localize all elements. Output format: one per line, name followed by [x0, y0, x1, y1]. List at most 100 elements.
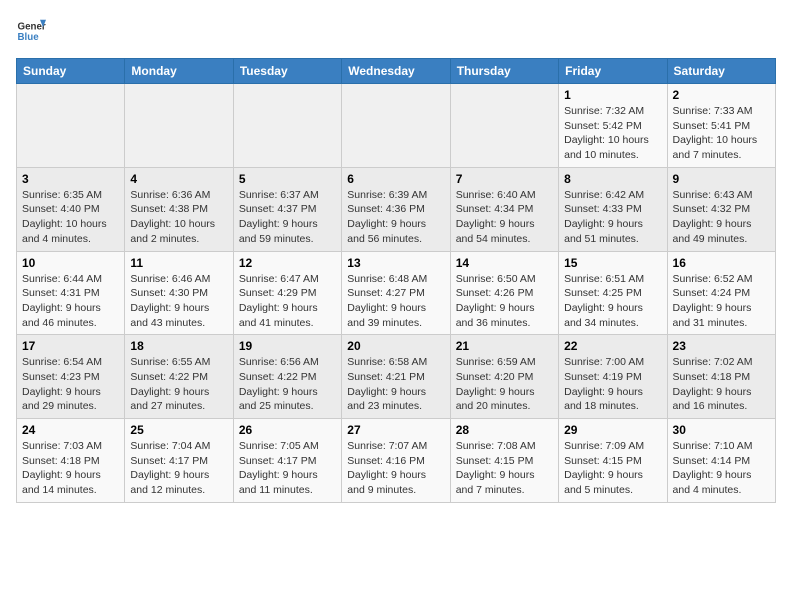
calendar-cell: 8Sunrise: 6:42 AM Sunset: 4:33 PM Daylig…	[559, 167, 667, 251]
day-info: Sunrise: 6:43 AM Sunset: 4:32 PM Dayligh…	[673, 188, 770, 247]
calendar-cell: 23 Sunrise: 7:02 AM Sunset: 4:18 PM Dayli…	[667, 335, 775, 419]
header-day-friday: Friday	[559, 59, 667, 84]
calendar-cell: 19 Sunrise: 6:56 AM Sunset: 4:22 PM Dayli…	[233, 335, 341, 419]
calendar-cell: 24Sunrise: 7:03 AM Sunset: 4:18 PM Dayli…	[17, 419, 125, 503]
calendar-cell: 22 Sunrise: 7:00 AM Sunset: 4:19 PM Dayli…	[559, 335, 667, 419]
calendar-cell: 25 Sunrise: 7:04 AM Sunset: 4:17 PM Dayli…	[125, 419, 233, 503]
day-info: Sunrise: 6:40 AM Sunset: 4:34 PM Dayligh…	[456, 188, 553, 247]
day-number: 9	[673, 172, 770, 186]
day-info: Sunrise: 6:56 AM Sunset: 4:22 PM Dayligh…	[239, 355, 336, 414]
day-number: 21	[456, 339, 553, 353]
calendar-cell	[342, 84, 450, 168]
day-number: 28	[456, 423, 553, 437]
day-number: 2	[673, 88, 770, 102]
calendar-cell: 6 Sunrise: 6:39 AM Sunset: 4:36 PM Daylig…	[342, 167, 450, 251]
day-number: 4	[130, 172, 227, 186]
header-day-sunday: Sunday	[17, 59, 125, 84]
calendar-cell: 4 Sunrise: 6:36 AM Sunset: 4:38 PM Daylig…	[125, 167, 233, 251]
header-day-thursday: Thursday	[450, 59, 558, 84]
header-day-wednesday: Wednesday	[342, 59, 450, 84]
calendar-cell: 10 Sunrise: 6:44 AM Sunset: 4:31 PM Dayli…	[17, 251, 125, 335]
day-info: Sunrise: 7:10 AM Sunset: 4:14 PM Dayligh…	[673, 439, 770, 498]
day-number: 1	[564, 88, 661, 102]
day-number: 29	[564, 423, 661, 437]
calendar-cell: 16 Sunrise: 6:52 AM Sunset: 4:24 PM Dayli…	[667, 251, 775, 335]
calendar-cell: 13 Sunrise: 6:48 AM Sunset: 4:27 PM Dayli…	[342, 251, 450, 335]
day-number: 26	[239, 423, 336, 437]
day-info: Sunrise: 7:07 AM Sunset: 4:16 PM Dayligh…	[347, 439, 444, 498]
calendar-cell: 9 Sunrise: 6:43 AM Sunset: 4:32 PM Daylig…	[667, 167, 775, 251]
day-info: Sunrise: 6:59 AM Sunset: 4:20 PM Dayligh…	[456, 355, 553, 414]
calendar-cell: 5 Sunrise: 6:37 AM Sunset: 4:37 PM Daylig…	[233, 167, 341, 251]
day-number: 15	[564, 256, 661, 270]
header-day-monday: Monday	[125, 59, 233, 84]
day-info: Sunrise: 6:52 AM Sunset: 4:24 PM Dayligh…	[673, 272, 770, 331]
day-info: Sunrise: 7:05 AM Sunset: 4:17 PM Dayligh…	[239, 439, 336, 498]
calendar-cell: 11 Sunrise: 6:46 AM Sunset: 4:30 PM Dayli…	[125, 251, 233, 335]
day-number: 20	[347, 339, 444, 353]
day-number: 12	[239, 256, 336, 270]
day-info: Sunrise: 6:50 AM Sunset: 4:26 PM Dayligh…	[456, 272, 553, 331]
calendar-cell	[233, 84, 341, 168]
day-info: Sunrise: 7:04 AM Sunset: 4:17 PM Dayligh…	[130, 439, 227, 498]
day-info: Sunrise: 6:39 AM Sunset: 4:36 PM Dayligh…	[347, 188, 444, 247]
week-row-1: 1 Sunrise: 7:32 AM Sunset: 5:42 PM Daylig…	[17, 84, 776, 168]
calendar-cell: 20Sunrise: 6:58 AM Sunset: 4:21 PM Dayli…	[342, 335, 450, 419]
calendar-cell: 26 Sunrise: 7:05 AM Sunset: 4:17 PM Dayli…	[233, 419, 341, 503]
day-info: Sunrise: 6:44 AM Sunset: 4:31 PM Dayligh…	[22, 272, 119, 331]
calendar-cell	[125, 84, 233, 168]
week-row-4: 17Sunrise: 6:54 AM Sunset: 4:23 PM Dayli…	[17, 335, 776, 419]
day-number: 30	[673, 423, 770, 437]
week-row-3: 10 Sunrise: 6:44 AM Sunset: 4:31 PM Dayli…	[17, 251, 776, 335]
calendar-table: SundayMondayTuesdayWednesdayThursdayFrid…	[16, 58, 776, 503]
day-number: 13	[347, 256, 444, 270]
day-info: Sunrise: 7:09 AM Sunset: 4:15 PM Dayligh…	[564, 439, 661, 498]
calendar-cell: 7 Sunrise: 6:40 AM Sunset: 4:34 PM Daylig…	[450, 167, 558, 251]
week-row-5: 24Sunrise: 7:03 AM Sunset: 4:18 PM Dayli…	[17, 419, 776, 503]
calendar-cell: 28 Sunrise: 7:08 AM Sunset: 4:15 PM Dayli…	[450, 419, 558, 503]
calendar-cell: 29 Sunrise: 7:09 AM Sunset: 4:15 PM Dayli…	[559, 419, 667, 503]
day-number: 16	[673, 256, 770, 270]
day-number: 6	[347, 172, 444, 186]
calendar-cell: 1 Sunrise: 7:32 AM Sunset: 5:42 PM Daylig…	[559, 84, 667, 168]
day-number: 11	[130, 256, 227, 270]
day-number: 25	[130, 423, 227, 437]
calendar-cell: 17Sunrise: 6:54 AM Sunset: 4:23 PM Dayli…	[17, 335, 125, 419]
day-number: 23	[673, 339, 770, 353]
day-info: Sunrise: 6:35 AM Sunset: 4:40 PM Dayligh…	[22, 188, 119, 247]
logo-icon: General Blue	[16, 16, 46, 46]
day-info: Sunrise: 6:42 AM Sunset: 4:33 PM Dayligh…	[564, 188, 661, 247]
header: General Blue	[16, 16, 776, 46]
day-number: 22	[564, 339, 661, 353]
header-day-tuesday: Tuesday	[233, 59, 341, 84]
calendar-cell: 14 Sunrise: 6:50 AM Sunset: 4:26 PM Dayli…	[450, 251, 558, 335]
day-number: 5	[239, 172, 336, 186]
day-number: 7	[456, 172, 553, 186]
day-info: Sunrise: 7:32 AM Sunset: 5:42 PM Dayligh…	[564, 104, 661, 163]
calendar-cell: 12Sunrise: 6:47 AM Sunset: 4:29 PM Dayli…	[233, 251, 341, 335]
logo: General Blue	[16, 16, 46, 46]
day-number: 19	[239, 339, 336, 353]
calendar-cell: 30 Sunrise: 7:10 AM Sunset: 4:14 PM Dayli…	[667, 419, 775, 503]
day-number: 17	[22, 339, 119, 353]
day-info: Sunrise: 7:08 AM Sunset: 4:15 PM Dayligh…	[456, 439, 553, 498]
week-row-2: 3Sunrise: 6:35 AM Sunset: 4:40 PM Daylig…	[17, 167, 776, 251]
day-info: Sunrise: 7:33 AM Sunset: 5:41 PM Dayligh…	[673, 104, 770, 163]
calendar-cell: 27 Sunrise: 7:07 AM Sunset: 4:16 PM Dayli…	[342, 419, 450, 503]
day-number: 18	[130, 339, 227, 353]
svg-text:Blue: Blue	[18, 32, 40, 43]
day-info: Sunrise: 6:36 AM Sunset: 4:38 PM Dayligh…	[130, 188, 227, 247]
day-info: Sunrise: 6:48 AM Sunset: 4:27 PM Dayligh…	[347, 272, 444, 331]
day-info: Sunrise: 7:02 AM Sunset: 4:18 PM Dayligh…	[673, 355, 770, 414]
calendar-cell: 3Sunrise: 6:35 AM Sunset: 4:40 PM Daylig…	[17, 167, 125, 251]
day-number: 27	[347, 423, 444, 437]
day-info: Sunrise: 6:46 AM Sunset: 4:30 PM Dayligh…	[130, 272, 227, 331]
day-number: 14	[456, 256, 553, 270]
calendar-cell: 15Sunrise: 6:51 AM Sunset: 4:25 PM Dayli…	[559, 251, 667, 335]
day-info: Sunrise: 6:37 AM Sunset: 4:37 PM Dayligh…	[239, 188, 336, 247]
day-number: 10	[22, 256, 119, 270]
day-info: Sunrise: 7:00 AM Sunset: 4:19 PM Dayligh…	[564, 355, 661, 414]
header-row: SundayMondayTuesdayWednesdayThursdayFrid…	[17, 59, 776, 84]
header-day-saturday: Saturday	[667, 59, 775, 84]
day-number: 24	[22, 423, 119, 437]
